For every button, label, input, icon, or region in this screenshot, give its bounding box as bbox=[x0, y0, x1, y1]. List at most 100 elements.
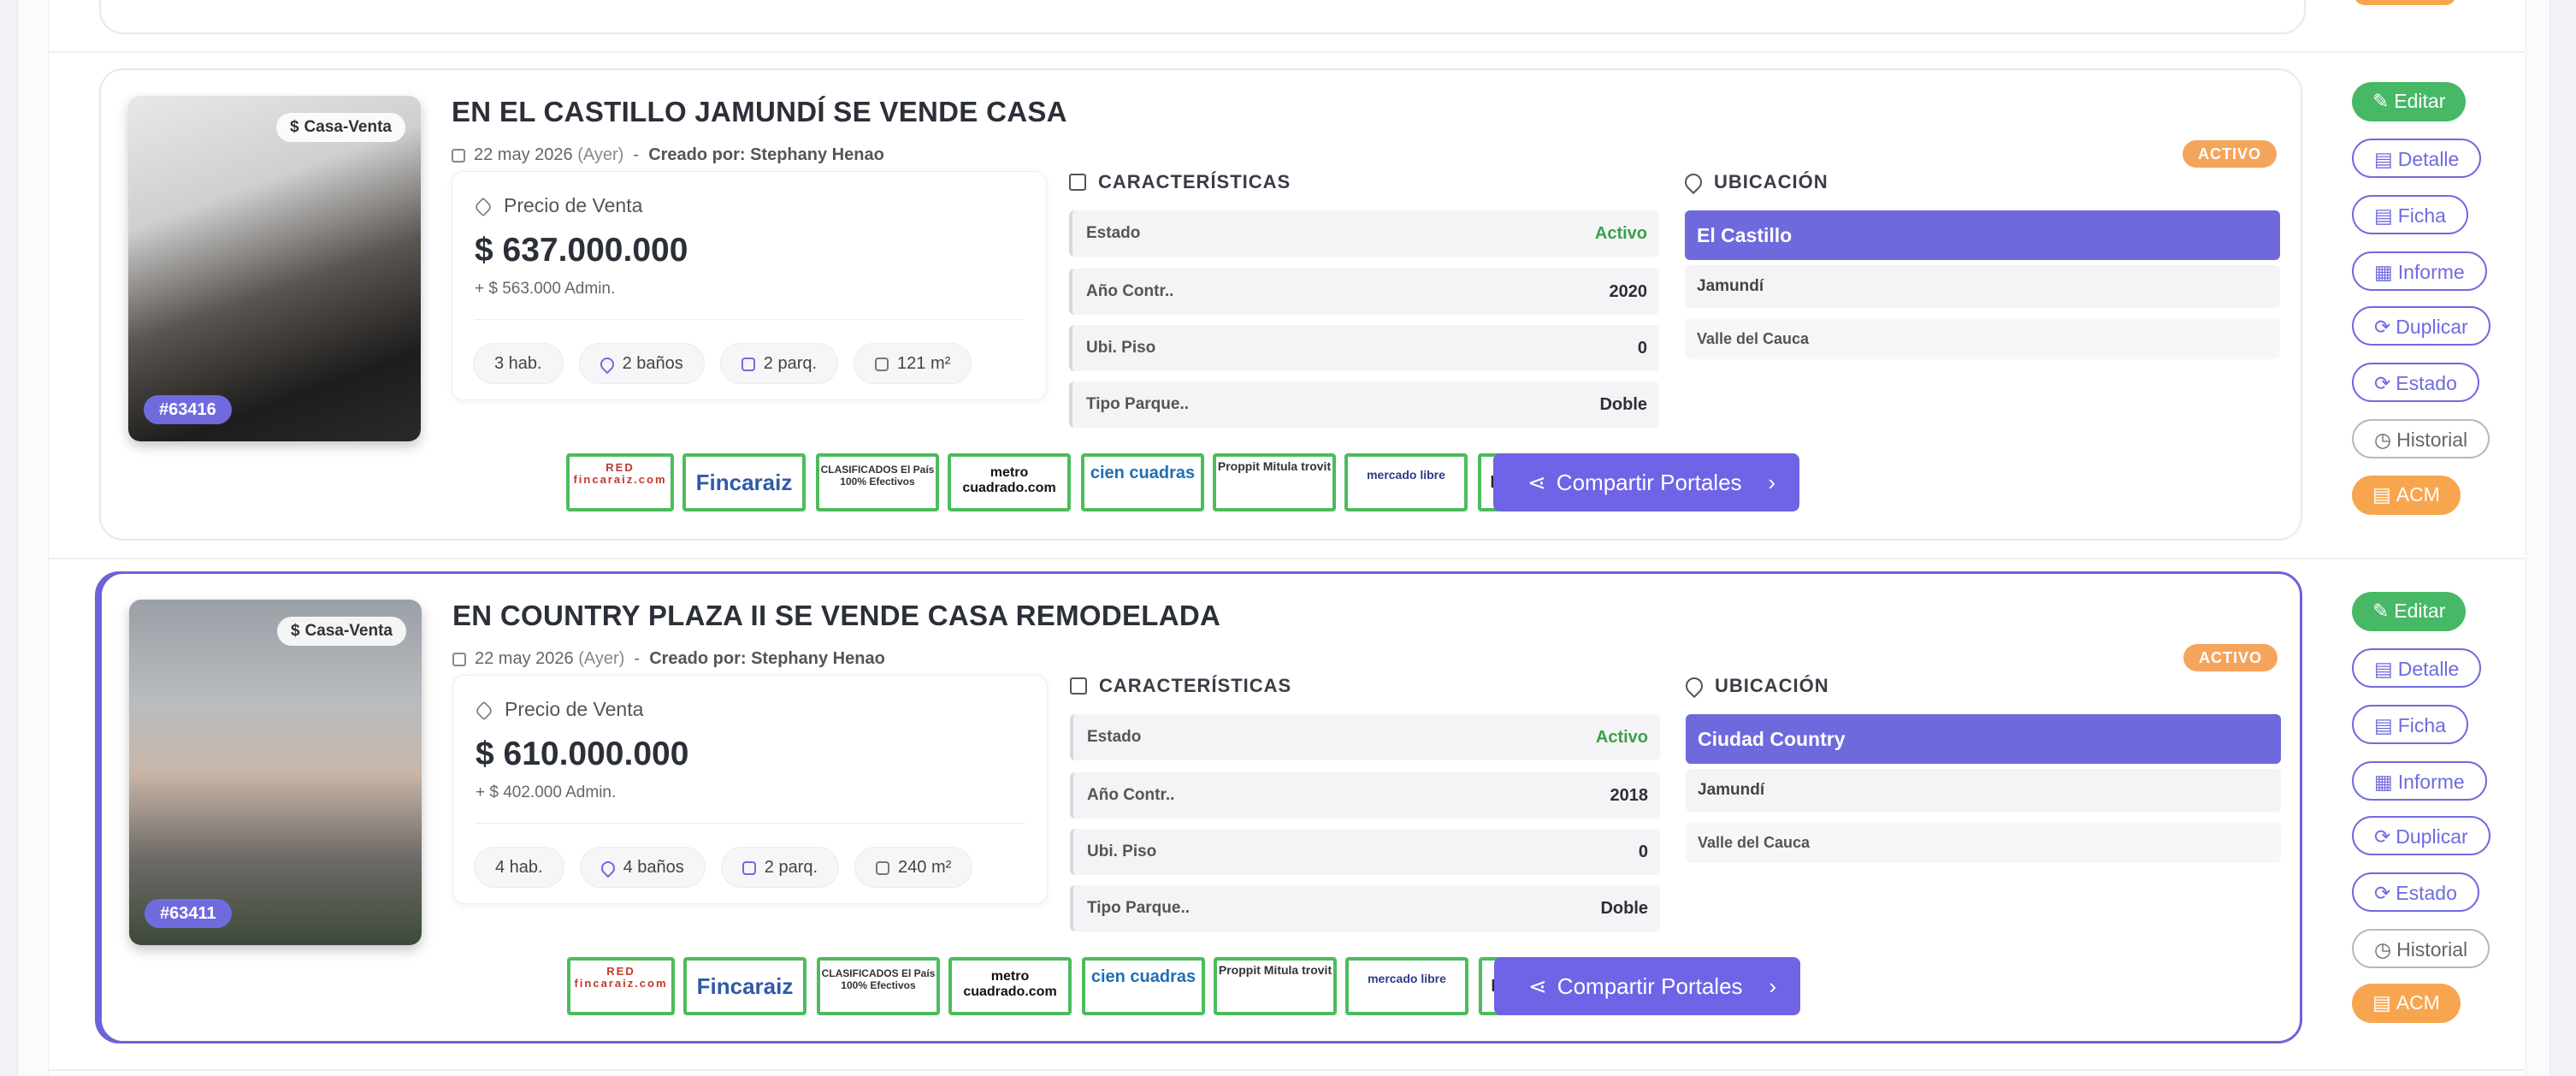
calendar-icon bbox=[452, 653, 466, 666]
history-button[interactable]: ◷ Historial bbox=[2352, 419, 2490, 458]
acm-button[interactable]: ▤ ACM bbox=[2352, 476, 2461, 515]
edit-button[interactable]: ✎ Editar bbox=[2352, 592, 2467, 631]
portal-logo[interactable]: mercado libre bbox=[1344, 453, 1468, 511]
action-label: Informe bbox=[2397, 771, 2465, 793]
sheet-button[interactable]: ▤ Ficha bbox=[2352, 705, 2468, 744]
property-photo[interactable]: $ Casa-Venta #63416 bbox=[128, 96, 421, 441]
sale-price: $ 610.000.000 bbox=[476, 736, 689, 772]
edit-icon: ✎ bbox=[2372, 600, 2390, 622]
location-department: Valle del Cauca bbox=[1686, 822, 2281, 863]
property-type-badge: $ Casa-Venta bbox=[276, 617, 406, 646]
listing-card[interactable]: $ Casa-Venta #63416 EN EL CASTILLO JAMUND… bbox=[99, 68, 2302, 541]
share-label: Compartir Portales bbox=[1556, 470, 1742, 495]
portal-logo[interactable]: cien cuadras bbox=[1081, 453, 1204, 511]
property-id-badge[interactable]: #63411 bbox=[145, 899, 232, 928]
location-department: Valle del Cauca bbox=[1685, 318, 2280, 359]
portal-logo[interactable]: metro cuadrado.com bbox=[948, 453, 1071, 511]
characteristic-key: Ubi. Piso bbox=[1086, 339, 1156, 357]
characteristic-key: Tipo Parque.. bbox=[1086, 395, 1190, 413]
price-label: Precio de Venta bbox=[473, 194, 642, 217]
detail-button[interactable]: ▤ Detalle bbox=[2352, 648, 2482, 688]
action-label: Estado bbox=[2396, 372, 2457, 394]
characteristics-heading: CARACTERÍSTICAS bbox=[1070, 675, 1291, 697]
listing-relative-date: (Ayer) bbox=[578, 649, 625, 668]
listing-meta: 22 may 2026 (Ayer) - Creado por: Stephan… bbox=[452, 145, 884, 165]
price-panel: Precio de Venta $ 610.000.000 + $ 402.00… bbox=[452, 675, 1048, 904]
location-neighborhood: El Castillo bbox=[1685, 210, 2280, 260]
drop-icon bbox=[597, 354, 617, 375]
listing-title[interactable]: EN EL CASTILLO JAMUNDÍ SE VENDE CASA bbox=[452, 96, 1067, 128]
dollar-icon: $ bbox=[289, 118, 299, 136]
action-label: ACM bbox=[2396, 991, 2440, 1014]
location-title: UBICACIÓN bbox=[1715, 675, 1829, 696]
portal-logo[interactable]: cien cuadras bbox=[1082, 957, 1205, 1015]
location-pin-icon bbox=[1681, 673, 1707, 699]
action-label: Editar bbox=[2394, 600, 2446, 622]
portal-logo[interactable]: CLASIFICADOS El País 100% Efectivos bbox=[817, 957, 940, 1015]
row-separator bbox=[48, 1069, 2525, 1071]
listing-card[interactable]: $ Casa-Venta #63411 EN COUNTRY PLAZA II S… bbox=[99, 571, 2302, 1043]
portal-logo[interactable]: CLASIFICADOS El País 100% Efectivos bbox=[816, 453, 939, 511]
characteristic-value: 2018 bbox=[1610, 786, 1649, 805]
truck-icon bbox=[741, 861, 756, 875]
property-photo[interactable]: $ Casa-Venta #63411 bbox=[129, 600, 422, 945]
location-neighborhood: Ciudad Country bbox=[1686, 714, 2281, 764]
feature-label: 3 hab. bbox=[494, 354, 542, 373]
report-button[interactable]: ▦ Informe bbox=[2352, 251, 2487, 291]
portal-logo[interactable]: Fincaraiz bbox=[682, 453, 806, 511]
portal-name: cien cuadras bbox=[1090, 464, 1196, 482]
detail-button[interactable]: ▤ Detalle bbox=[2352, 139, 2482, 178]
feature-parking: 2 parq. bbox=[719, 343, 839, 384]
sheet-button[interactable]: ▤ Ficha bbox=[2352, 195, 2468, 234]
duplicate-button[interactable]: ⟳ Duplicar bbox=[2352, 306, 2490, 346]
status-button[interactable]: ⟳ Estado bbox=[2352, 872, 2479, 912]
characteristic-key: Año Contr.. bbox=[1086, 282, 1174, 300]
edit-button[interactable]: ✎ Editar bbox=[2352, 82, 2467, 121]
listing-title[interactable]: EN COUNTRY PLAZA II SE VENDE CASA REMODE… bbox=[452, 600, 1220, 632]
portal-name: CLASIFICADOS El País 100% Efectivos bbox=[821, 967, 936, 991]
status-icon: ⟳ bbox=[2374, 882, 2391, 904]
location-city: Jamundí bbox=[1686, 769, 2281, 812]
characteristics-heading: CARACTERÍSTICAS bbox=[1069, 171, 1291, 193]
house-icon bbox=[1069, 174, 1086, 191]
report-button[interactable]: ▦ Informe bbox=[2352, 761, 2487, 801]
portal-name: Fincaraiz bbox=[695, 470, 793, 495]
sheet-icon: ▤ bbox=[2374, 714, 2393, 736]
portal-logo[interactable]: Fincaraiz bbox=[683, 957, 806, 1015]
characteristic-key: Estado bbox=[1087, 728, 1142, 746]
listing-date: 22 may 2026 bbox=[475, 649, 574, 668]
listing-author: Creado por: Stephany Henao bbox=[648, 145, 884, 164]
share-portals-button[interactable]: ⋖ Compartir Portales › bbox=[1493, 453, 1799, 511]
characteristic-key: Estado bbox=[1086, 224, 1141, 242]
characteristic-row: Año Contr.. 2018 bbox=[1070, 772, 1660, 819]
share-portals-button[interactable]: ⋖ Compartir Portales › bbox=[1494, 957, 1800, 1015]
action-label: Ficha bbox=[2397, 204, 2446, 227]
detail-icon: ▤ bbox=[2374, 148, 2393, 170]
divider bbox=[476, 823, 1025, 824]
feature-bathrooms: 2 baños bbox=[578, 343, 705, 384]
history-button[interactable]: ◷ Historial bbox=[2352, 929, 2490, 968]
square-icon bbox=[875, 358, 889, 371]
portal-logo[interactable]: Proppit Mitula trovit bbox=[1214, 957, 1337, 1015]
portal-logo[interactable]: RED fincaraiz.com bbox=[566, 453, 674, 511]
previous-listing-card bbox=[99, 0, 2306, 34]
characteristics-title: CARACTERÍSTICAS bbox=[1099, 675, 1292, 696]
truck-icon bbox=[741, 358, 755, 371]
portal-logo[interactable]: mercado libre bbox=[1345, 957, 1468, 1015]
portal-logo[interactable]: metro cuadrado.com bbox=[948, 957, 1072, 1015]
status-badge: ACTIVO bbox=[2183, 140, 2278, 168]
property-id-badge[interactable]: #63416 bbox=[144, 395, 232, 424]
feature-label: 2 baños bbox=[622, 354, 683, 373]
action-label: Informe bbox=[2397, 261, 2465, 283]
chevron-right-icon: › bbox=[1769, 973, 1776, 999]
acm-button[interactable]: ▤ ACM bbox=[2352, 984, 2461, 1023]
characteristic-row: Estado Activo bbox=[1070, 714, 1660, 760]
portal-logo[interactable]: Proppit Mitula trovit bbox=[1213, 453, 1336, 511]
previous-acm-button[interactable] bbox=[2354, 0, 2456, 5]
duplicate-button[interactable]: ⟳ Duplicar bbox=[2352, 816, 2490, 855]
property-type-badge: $ Casa-Venta bbox=[275, 113, 405, 142]
feature-label: 2 parq. bbox=[763, 354, 818, 373]
portal-logo[interactable]: RED fincaraiz.com bbox=[567, 957, 675, 1015]
location-title: UBICACIÓN bbox=[1714, 171, 1829, 192]
status-button[interactable]: ⟳ Estado bbox=[2352, 363, 2479, 402]
